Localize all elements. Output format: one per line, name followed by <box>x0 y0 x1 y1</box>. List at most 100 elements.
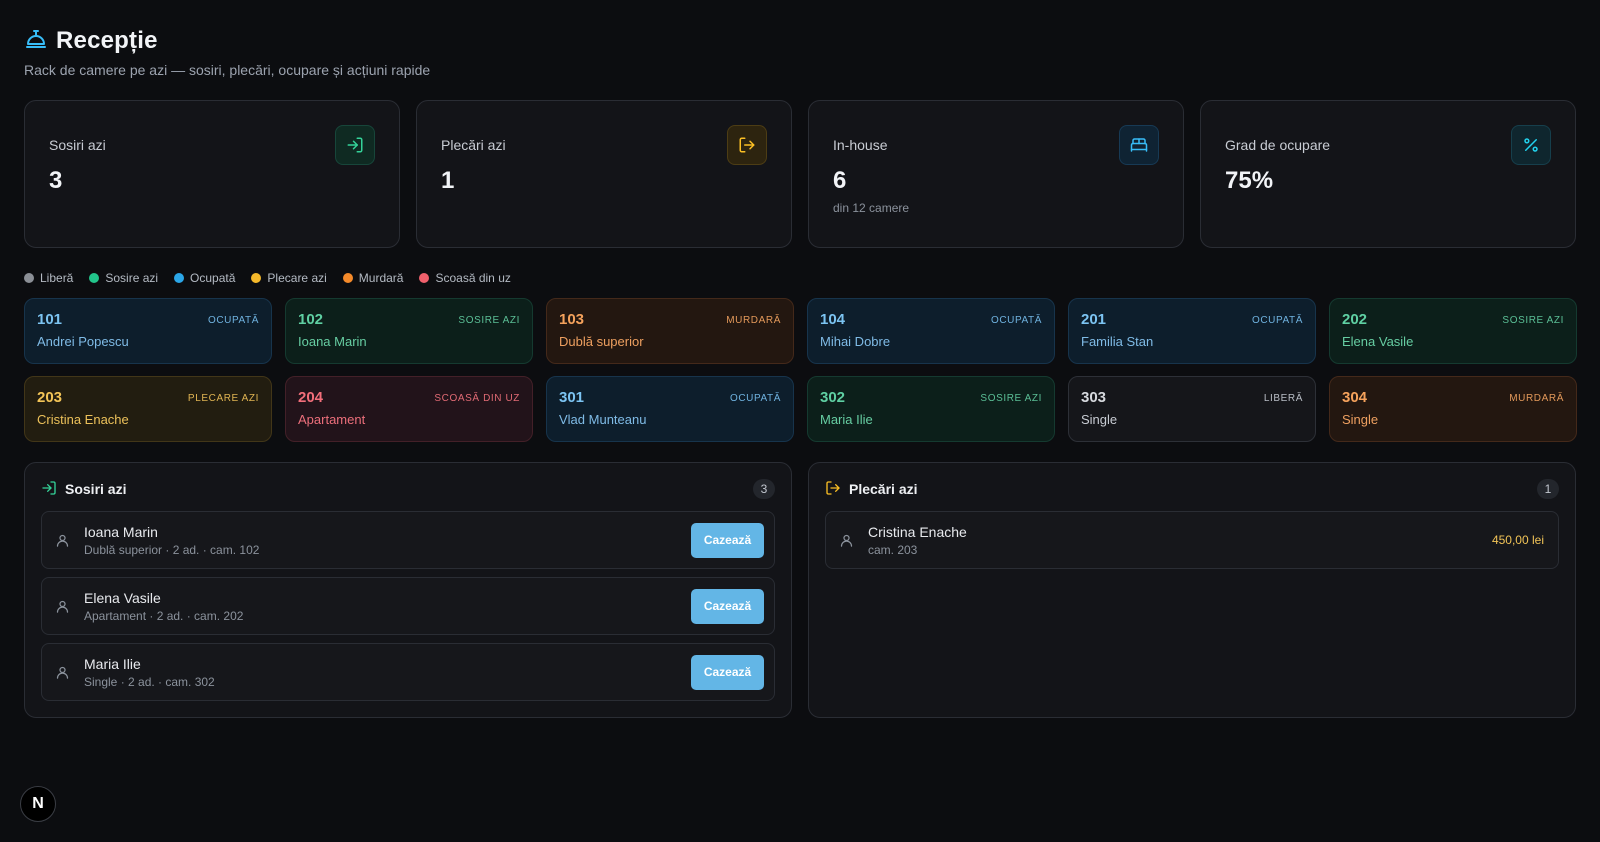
room-card-201[interactable]: 201 OCUPATĂ Familia Stan <box>1068 298 1316 364</box>
check-in-button[interactable]: Cazează <box>691 522 764 558</box>
log-out-icon <box>727 125 767 165</box>
room-status: SCOASĂ DIN UZ <box>434 393 520 404</box>
guest-meta: Single · 2 ad. · cam. 302 <box>84 674 215 689</box>
room-guest: Elena Vasile <box>1342 334 1414 349</box>
room-status: LIBERĂ <box>1263 393 1303 404</box>
departures-panel: Plecări azi 1 Cristina Enache cam. 203 4… <box>808 462 1576 718</box>
status-legend: Liberă Sosire azi Ocupată Plecare azi Mu… <box>24 270 1576 286</box>
legend-dot <box>251 273 262 283</box>
panel-title-text: Sosiri azi <box>65 481 127 497</box>
legend-label: Murdară <box>358 271 404 285</box>
room-status: OCUPATĂ <box>207 315 259 326</box>
stat-label: In-house <box>833 137 888 153</box>
departures-count-badge: 1 <box>1537 479 1559 499</box>
user-icon <box>838 532 854 548</box>
guest-meta: cam. 203 <box>868 542 918 557</box>
departure-row[interactable]: Cristina Enache cam. 203 450,00 lei <box>825 511 1559 569</box>
page-subtitle: Rack de camere pe azi — sosiri, plecări,… <box>24 62 431 78</box>
room-rack: 101 OCUPATĂ Andrei Popescu 102 SOSIRE AZ… <box>24 298 1577 442</box>
room-status: MURDARĂ <box>726 315 781 326</box>
room-card-303[interactable]: 303 LIBERĂ Single <box>1068 376 1316 442</box>
legend-dot <box>24 273 34 283</box>
dev-tools-badge[interactable]: N <box>20 786 56 822</box>
legend-dot <box>419 273 430 283</box>
legend-dot <box>174 273 185 283</box>
legend-item-arrival: Sosire azi <box>89 271 158 285</box>
check-in-button[interactable]: Cazează <box>691 654 764 690</box>
percent-icon <box>1511 125 1551 165</box>
log-in-icon <box>41 480 57 499</box>
arrivals-panel-title: Sosiri azi <box>41 480 126 499</box>
user-icon <box>54 598 70 614</box>
room-card-101[interactable]: 101 OCUPATĂ Andrei Popescu <box>24 298 272 364</box>
room-card-104[interactable]: 104 OCUPATĂ Mihai Dobre <box>807 298 1055 364</box>
room-guest: Ioana Marin <box>298 334 367 349</box>
room-guest: Cristina Enache <box>37 412 129 427</box>
user-icon <box>54 664 70 680</box>
room-status: PLECARE AZI <box>187 393 259 404</box>
room-card-301[interactable]: 301 OCUPATĂ Vlad Munteanu <box>546 376 794 442</box>
legend-label: Liberă <box>40 271 74 285</box>
guest-info: Ioana Marin Dublă superior · 2 ad. · cam… <box>84 524 691 557</box>
stat-value: 75% <box>1225 167 1274 194</box>
room-status: OCUPATĂ <box>1251 315 1303 326</box>
room-status: MURDARĂ <box>1509 393 1564 404</box>
stat-value: 3 <box>49 167 63 194</box>
stat-label: Grad de ocupare <box>1225 137 1331 153</box>
room-guest: Andrei Popescu <box>37 334 129 349</box>
stats-row: Sosiri azi 3 Plecări azi 1 In-house 6 di… <box>24 100 1576 248</box>
guest-name: Maria Ilie <box>84 655 141 672</box>
room-card-302[interactable]: 302 SOSIRE AZI Maria Ilie <box>807 376 1055 442</box>
arrivals-panel: Sosiri azi 3 Ioana Marin Dublă superior … <box>24 462 792 718</box>
legend-item-occupied: Ocupată <box>174 271 235 285</box>
room-guest: Vlad Munteanu <box>559 412 647 427</box>
arrival-row: Maria Ilie Single · 2 ad. · cam. 302 Caz… <box>41 643 775 701</box>
room-guest: Dublă superior <box>559 334 644 349</box>
guest-info: Elena Vasile Apartament · 2 ad. · cam. 2… <box>84 590 691 623</box>
guest-name: Elena Vasile <box>84 589 161 606</box>
legend-label: Scoasă din uz <box>435 271 511 285</box>
legend-label: Ocupată <box>190 271 236 285</box>
room-guest: Familia Stan <box>1081 334 1154 349</box>
guest-info: Cristina Enache cam. 203 <box>868 524 1492 557</box>
concierge-bell-icon <box>24 27 48 56</box>
guest-meta: Apartament · 2 ad. · cam. 202 <box>84 608 244 623</box>
legend-item-dirty: Murdară <box>342 271 404 285</box>
stat-value: 1 <box>441 167 455 194</box>
room-card-203[interactable]: 203 PLECARE AZI Cristina Enache <box>24 376 272 442</box>
stat-card-in-house: In-house 6 din 12 camere <box>808 100 1184 248</box>
room-card-103[interactable]: 103 MURDARĂ Dublă superior <box>546 298 794 364</box>
legend-item-free: Liberă <box>24 271 73 285</box>
room-status: SOSIRE AZI <box>1502 315 1564 326</box>
stat-card-arrivals: Sosiri azi 3 <box>24 100 400 248</box>
stat-value: 6 <box>833 167 847 194</box>
legend-label: Plecare azi <box>267 271 327 285</box>
room-card-202[interactable]: 202 SOSIRE AZI Elena Vasile <box>1329 298 1577 364</box>
check-in-button[interactable]: Cazează <box>691 588 764 624</box>
stat-card-departures: Plecări azi 1 <box>416 100 792 248</box>
room-card-204[interactable]: 204 SCOASĂ DIN UZ Apartament <box>285 376 533 442</box>
user-icon <box>54 532 70 548</box>
arrival-row: Elena Vasile Apartament · 2 ad. · cam. 2… <box>41 577 775 635</box>
stat-card-occupancy: Grad de ocupare 75% <box>1200 100 1576 248</box>
guest-name: Ioana Marin <box>84 523 158 540</box>
room-status: SOSIRE AZI <box>458 315 520 326</box>
stat-label: Plecări azi <box>441 137 506 153</box>
room-guest: Apartament <box>298 412 366 427</box>
guest-name: Cristina Enache <box>868 523 967 540</box>
guest-info: Maria Ilie Single · 2 ad. · cam. 302 <box>84 656 691 689</box>
legend-item-departure: Plecare azi <box>251 271 327 285</box>
legend-label: Sosire azi <box>105 271 159 285</box>
page-title: Recepție <box>56 27 158 54</box>
room-status: OCUPATĂ <box>990 315 1042 326</box>
guest-meta: Dublă superior · 2 ad. · cam. 102 <box>84 542 260 557</box>
bed-icon <box>1119 125 1159 165</box>
room-card-102[interactable]: 102 SOSIRE AZI Ioana Marin <box>285 298 533 364</box>
room-guest: Single <box>1342 412 1379 427</box>
departures-panel-title: Plecări azi <box>825 480 918 499</box>
arrival-row: Ioana Marin Dublă superior · 2 ad. · cam… <box>41 511 775 569</box>
room-card-304[interactable]: 304 MURDARĂ Single <box>1329 376 1577 442</box>
room-guest: Single <box>1081 412 1118 427</box>
lists-row: Sosiri azi 3 Ioana Marin Dublă superior … <box>24 462 1576 718</box>
legend-dot <box>342 273 353 283</box>
